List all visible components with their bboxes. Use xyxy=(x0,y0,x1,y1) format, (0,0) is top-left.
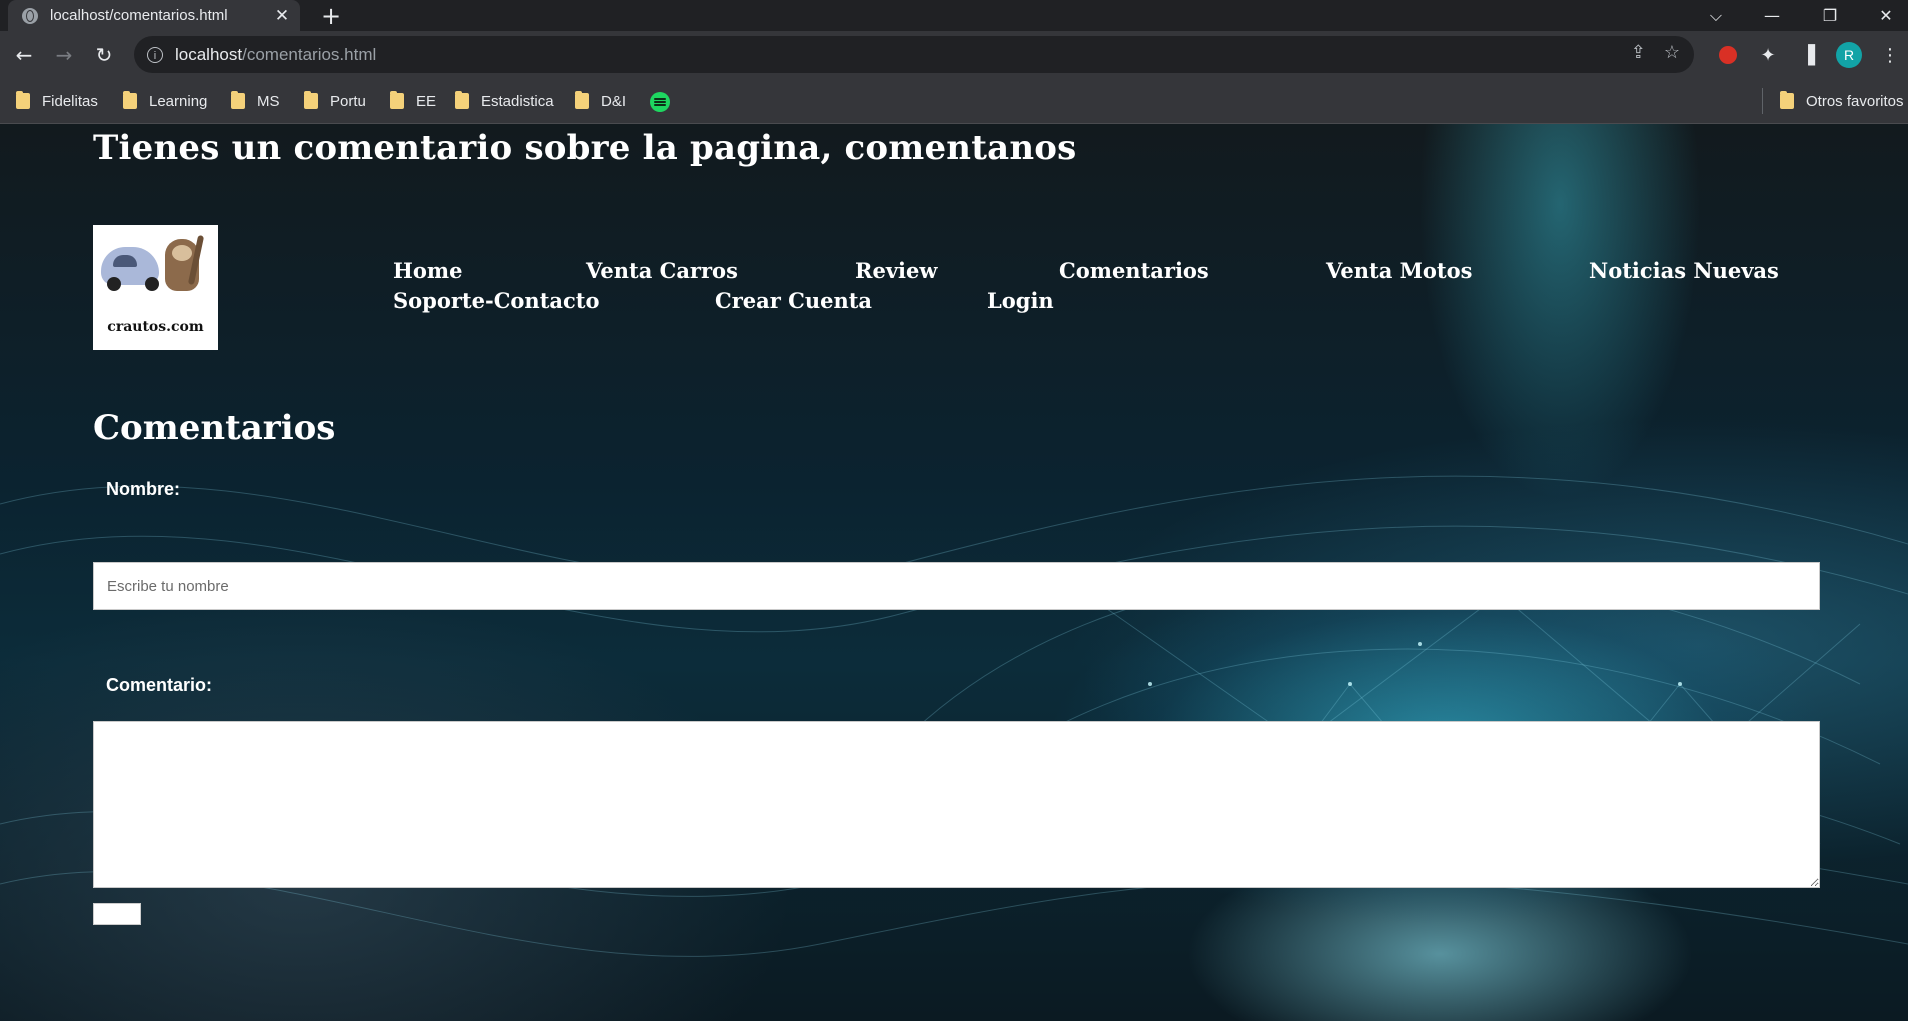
bookmark-star-icon[interactable]: ☆ xyxy=(1664,42,1680,63)
url-path: /comentarios.html xyxy=(242,44,377,64)
bookmark-folder[interactable]: Estadistica xyxy=(455,90,554,112)
logo-text: crautos.com xyxy=(107,319,204,335)
name-label: Nombre: xyxy=(106,479,181,499)
minimize-icon[interactable]: — xyxy=(1752,0,1792,31)
tab-title: localhost/comentarios.html xyxy=(50,7,228,24)
bookmarks-bar: Fidelitas Learning MS Portu EE Estadisti… xyxy=(0,78,1908,124)
browser-tab[interactable]: localhost/comentarios.html ✕ xyxy=(8,0,300,31)
folder-icon xyxy=(123,91,137,109)
other-bookmarks-folder[interactable]: Otros favoritos xyxy=(1780,90,1904,112)
nav-login[interactable]: Login xyxy=(987,288,1054,313)
folder-icon xyxy=(231,91,245,109)
restore-icon[interactable]: ❐ xyxy=(1810,0,1850,31)
nav-venta-carros[interactable]: Venta Carros xyxy=(586,258,738,283)
folder-icon xyxy=(16,91,30,109)
name-input[interactable] xyxy=(93,562,1820,610)
extensions-puzzle-icon[interactable]: ✦ xyxy=(1752,39,1784,71)
site-info-icon[interactable]: i xyxy=(147,46,163,63)
profile-avatar[interactable]: R xyxy=(1836,42,1862,68)
back-icon[interactable]: ← xyxy=(8,39,40,71)
page-heading: Tienes un comentario sobre la pagina, co… xyxy=(93,128,1077,168)
address-bar[interactable]: i localhost/comentarios.html ⇪ ☆ xyxy=(134,36,1694,73)
share-icon[interactable]: ⇪ xyxy=(1631,42,1646,63)
submit-button[interactable]: Enviar xyxy=(93,903,141,925)
wheel-shape xyxy=(145,277,159,291)
folder-icon xyxy=(1780,91,1794,109)
site-logo[interactable]: crautos.com xyxy=(93,225,218,350)
url-host: localhost xyxy=(175,44,243,64)
tab-close-icon[interactable]: ✕ xyxy=(270,4,294,28)
nav-venta-motos[interactable]: Venta Motos xyxy=(1326,258,1472,283)
menu-kebab-icon[interactable]: ⋮ xyxy=(1874,39,1906,71)
folder-icon xyxy=(455,91,469,109)
globe-icon xyxy=(22,7,38,24)
new-tab-button[interactable]: + xyxy=(318,3,344,29)
page-viewport: Tienes un comentario sobre la pagina, co… xyxy=(0,124,1908,1021)
tab-search-icon[interactable]: ⌵ xyxy=(1696,0,1736,31)
bookmark-folder[interactable]: D&I xyxy=(575,90,626,112)
bookmarks-divider xyxy=(1762,88,1763,114)
side-panel-icon[interactable]: ▐ xyxy=(1792,39,1824,71)
close-window-icon[interactable]: ✕ xyxy=(1866,0,1906,31)
comment-label: Comentario: xyxy=(106,675,213,695)
adblock-extension-icon[interactable] xyxy=(1712,39,1744,71)
bookmark-folder[interactable]: Learning xyxy=(123,90,207,112)
reload-icon[interactable]: ↻ xyxy=(88,39,120,71)
nav-soporte-contacto[interactable]: Soporte-Contacto xyxy=(393,288,600,313)
folder-icon xyxy=(575,91,589,109)
nav-crear-cuenta[interactable]: Crear Cuenta xyxy=(715,288,872,313)
bookmark-folder[interactable]: Fidelitas xyxy=(16,90,98,112)
bookmark-folder[interactable]: EE xyxy=(390,90,436,112)
browser-toolbar: ← → ↻ i localhost/comentarios.html ⇪ ☆ ✦… xyxy=(0,31,1908,78)
nav-noticias-nuevas[interactable]: Noticias Nuevas xyxy=(1589,258,1779,283)
forward-icon[interactable]: → xyxy=(48,39,80,71)
nav-comentarios[interactable]: Comentarios xyxy=(1059,258,1209,283)
nav-review[interactable]: Review xyxy=(855,258,937,283)
folder-icon xyxy=(390,91,404,109)
section-title: Comentarios xyxy=(93,408,336,448)
bookmark-folder[interactable]: Portu xyxy=(304,90,366,112)
bookmark-folder[interactable]: MS xyxy=(231,90,280,112)
browser-tabstrip: localhost/comentarios.html ✕ + ⌵ — ❐ ✕ xyxy=(0,0,1908,31)
spotify-bookmark-icon[interactable] xyxy=(650,92,670,112)
folder-icon xyxy=(304,91,318,109)
wheel-shape xyxy=(107,277,121,291)
nav-home[interactable]: Home xyxy=(393,258,462,283)
comment-textarea[interactable] xyxy=(93,721,1820,888)
